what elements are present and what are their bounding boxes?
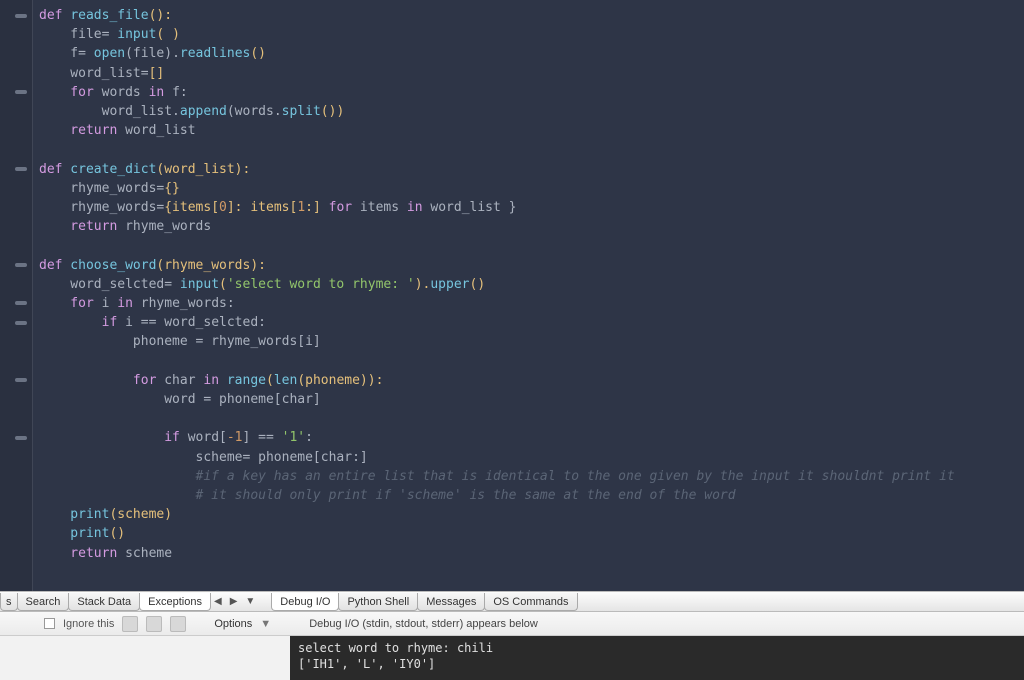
fold-marker-icon[interactable] (14, 434, 28, 442)
nav-down-icon[interactable]: ▼ (241, 595, 259, 608)
fold-marker-icon[interactable] (14, 165, 28, 173)
options-bar: Ignore this Options ▼ Debug I/O (stdin, … (0, 612, 1024, 636)
fold-marker-icon[interactable] (14, 299, 28, 307)
options-icon-1[interactable] (122, 616, 138, 632)
nav-prev-icon[interactable]: ◀ (210, 595, 226, 608)
debug-console[interactable]: select word to rhyme: chili ['IH1', 'L',… (290, 636, 1024, 680)
bottom-panel: s Search Stack Data Exceptions ◀ ▶ ▼ Deb… (0, 591, 1024, 680)
ignore-checkbox[interactable] (44, 618, 55, 629)
ignore-label: Ignore this (63, 618, 114, 630)
tab-python-shell[interactable]: Python Shell (338, 593, 418, 611)
panel-tabs: s Search Stack Data Exceptions ◀ ▶ ▼ Deb… (0, 592, 1024, 612)
tab-os-commands[interactable]: OS Commands (484, 593, 577, 611)
fold-marker-icon[interactable] (14, 261, 28, 269)
code-editor[interactable]: def reads_file(): file= input( ) f= open… (0, 0, 1024, 591)
tab-s-partial[interactable]: s (0, 593, 18, 611)
debug-io-label: Debug I/O (stdin, stdout, stderr) appear… (309, 618, 538, 630)
fold-marker-icon[interactable] (14, 319, 28, 327)
tab-exceptions[interactable]: Exceptions (139, 593, 211, 611)
fold-marker-icon[interactable] (14, 88, 28, 96)
tab-debug-io[interactable]: Debug I/O (271, 593, 339, 611)
options-icon-2[interactable] (146, 616, 162, 632)
console-line-1: select word to rhyme: chili (298, 641, 493, 655)
tab-messages[interactable]: Messages (417, 593, 485, 611)
options-dropdown-icon[interactable]: ▼ (260, 618, 271, 630)
console-line-2: ['IH1', 'L', 'IY0'] (298, 657, 435, 671)
fold-marker-icon[interactable] (14, 12, 28, 20)
nav-next-icon[interactable]: ▶ (226, 595, 242, 608)
options-icon-3[interactable] (170, 616, 186, 632)
fold-marker-icon[interactable] (14, 376, 28, 384)
code-content[interactable]: def reads_file(): file= input( ) f= open… (33, 0, 1024, 591)
options-label[interactable]: Options (214, 618, 252, 630)
editor-gutter (0, 0, 33, 591)
tab-stack-data[interactable]: Stack Data (68, 593, 140, 611)
tab-search[interactable]: Search (17, 593, 70, 611)
